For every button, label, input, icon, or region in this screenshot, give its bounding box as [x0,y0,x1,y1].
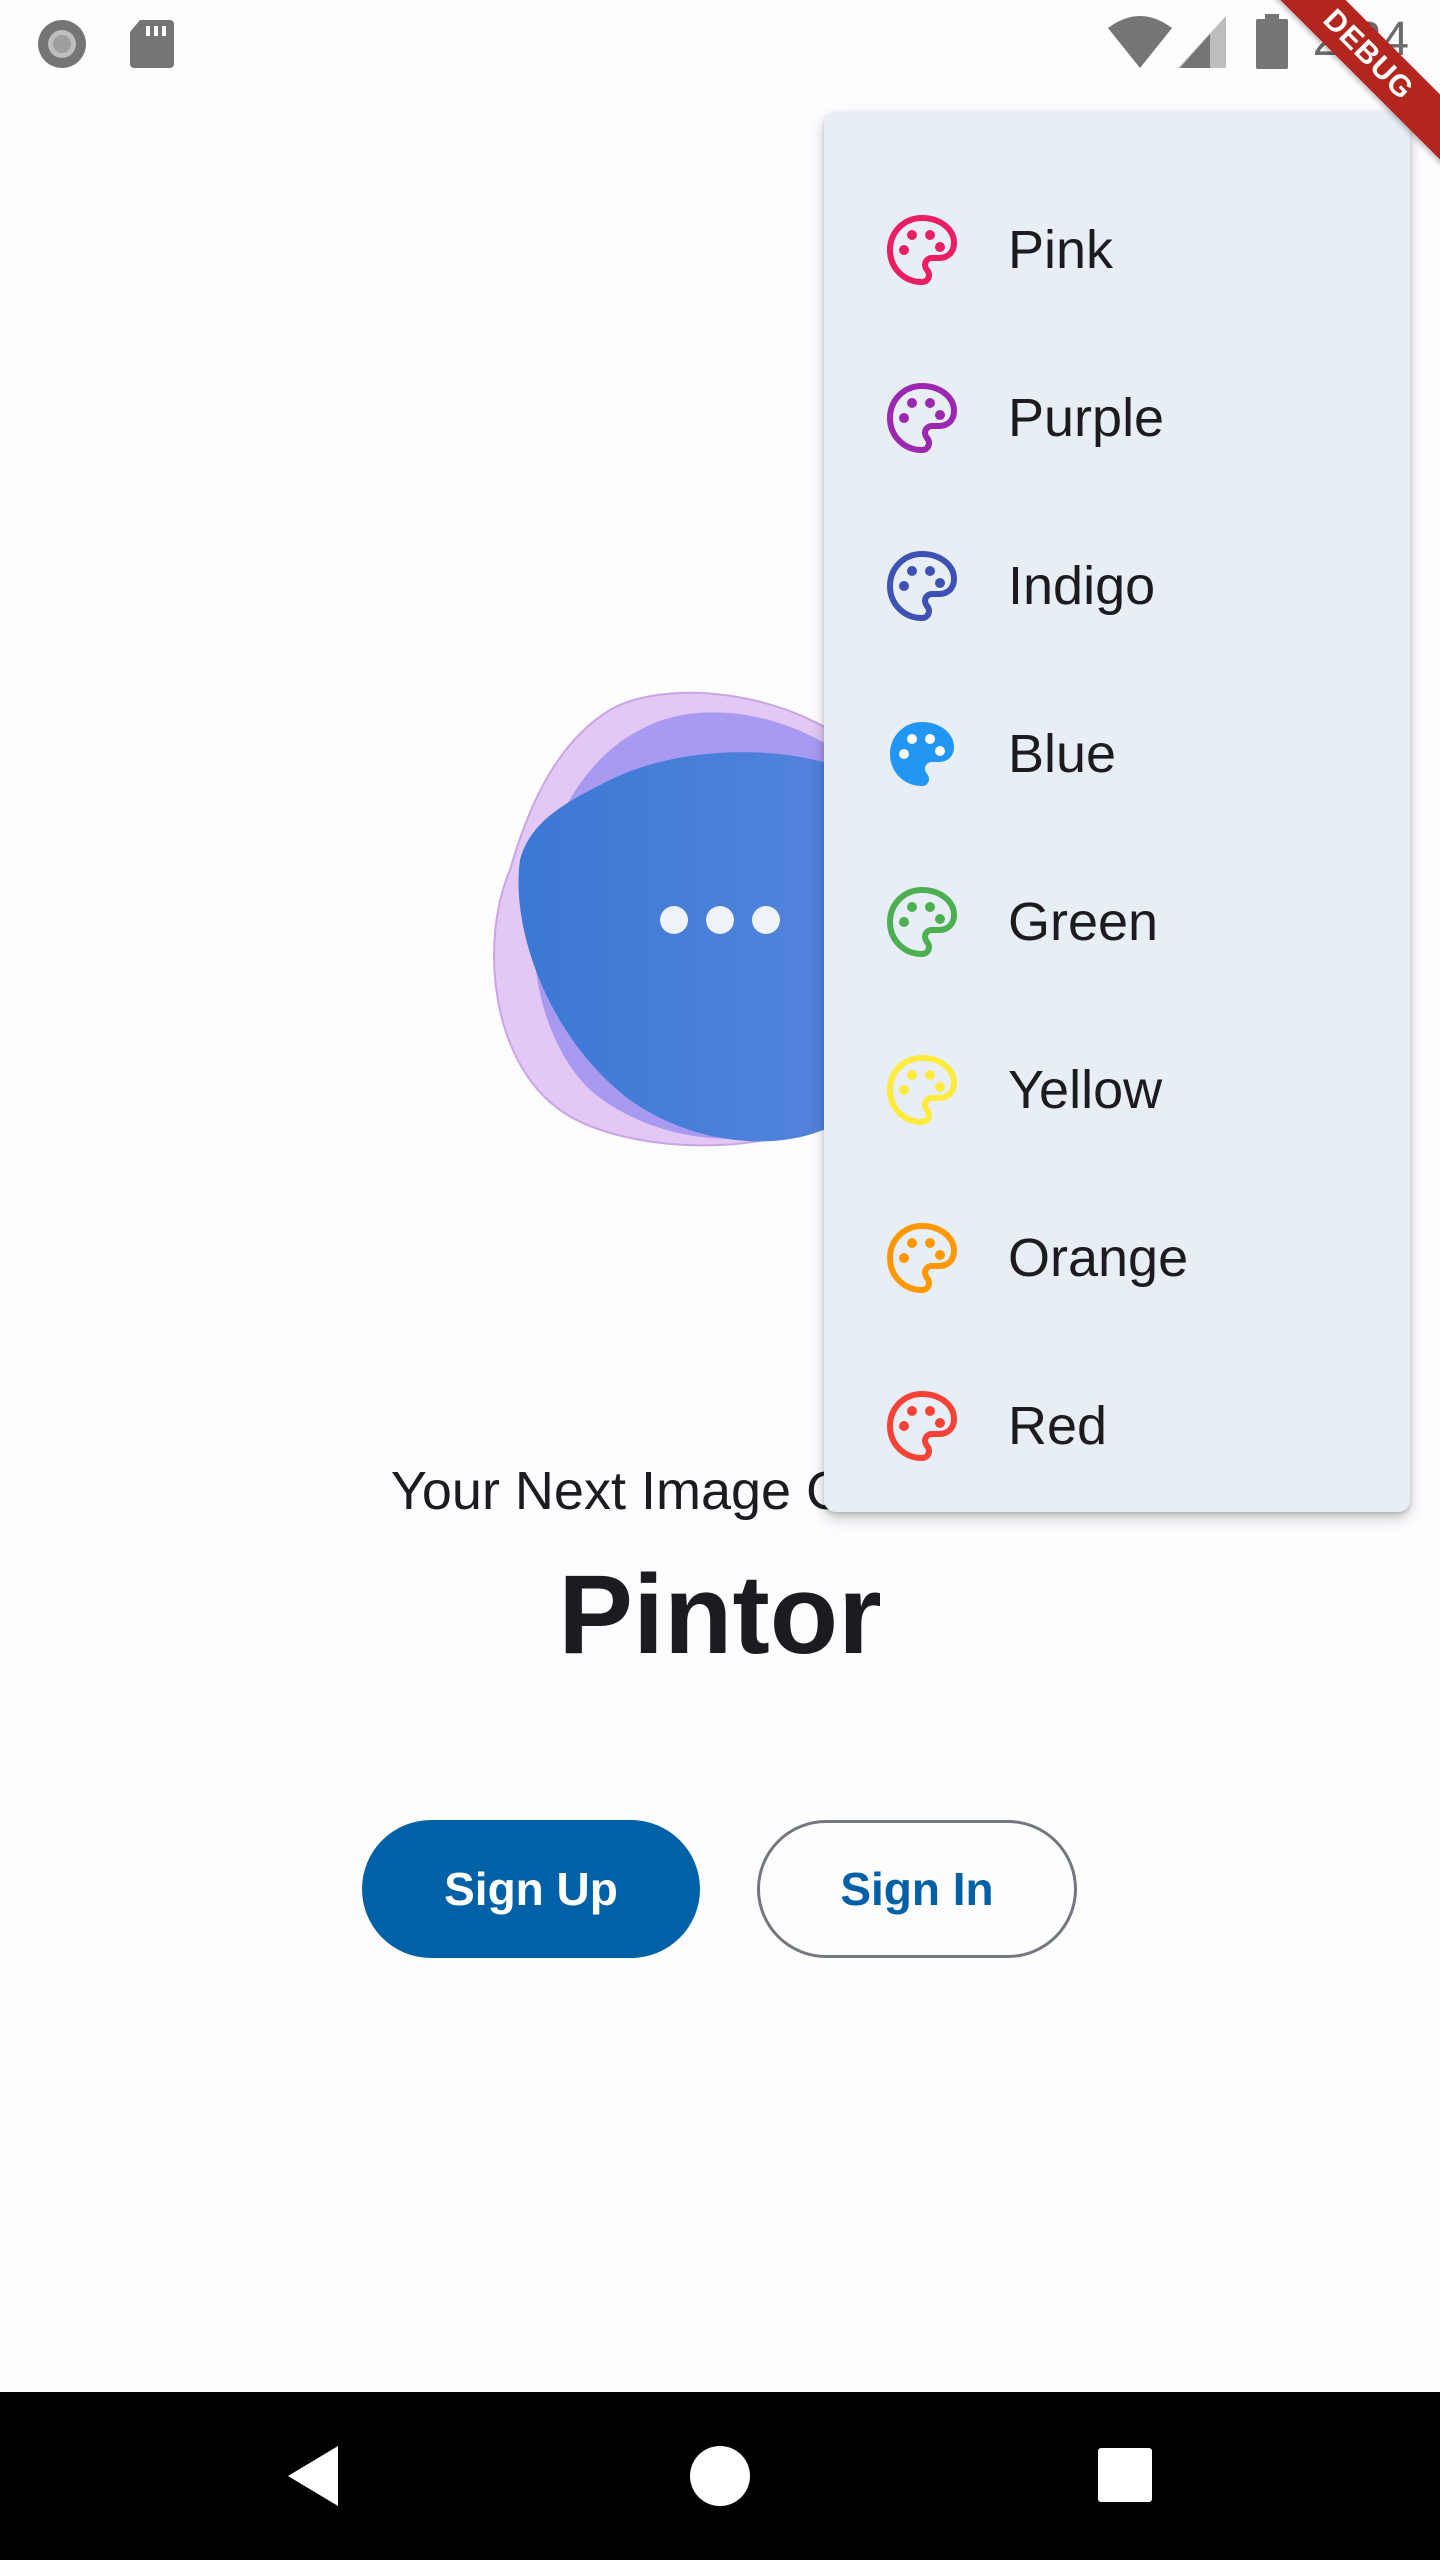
menu-item-label: Green [1008,892,1159,952]
wifi-icon [1108,16,1172,68]
loading-dot [706,906,734,934]
menu-item-purple[interactable]: Purple [824,334,1410,502]
system-navigation-bar [0,2392,1440,2560]
sd-card-icon [130,20,174,68]
menu-item-label: Orange [1008,1228,1189,1288]
menu-item-red[interactable]: Red [824,1342,1410,1510]
palette-outline-icon [887,215,957,285]
loading-dot [752,906,780,934]
menu-item-blue[interactable]: Blue [824,670,1410,838]
record-icon [38,20,86,68]
palette-outline-icon [887,551,957,621]
loading-dots [660,900,780,940]
menu-item-label: Purple [1008,388,1165,448]
menu-item-label: Indigo [1008,556,1156,616]
battery-icon [1256,14,1288,69]
cellular-signal-icon [1178,16,1226,68]
menu-item-indigo[interactable]: Indigo [824,502,1410,670]
loading-dot [660,906,688,934]
sign-up-button[interactable]: Sign Up [362,1820,700,1958]
menu-item-label: Yellow [1008,1060,1163,1120]
color-theme-menu: Pink Purple Indigo Blue Green Yellow Orange Red [824,112,1410,1512]
sign-in-button[interactable]: Sign In [757,1820,1077,1958]
menu-item-label: Pink [1008,220,1114,280]
palette-outline-icon [887,383,957,453]
palette-outline-icon [887,1223,957,1293]
palette-filled-icon [890,722,954,786]
menu-item-label: Blue [1008,724,1117,784]
welcome-screen: 2:34 DEBUG Your Next Image Generator Pin… [0,0,1440,2560]
recents-icon[interactable] [1088,2438,1164,2514]
menu-item-label: Red [1008,1396,1108,1456]
palette-outline-icon [887,1391,957,1461]
status-bar: 2:34 [0,0,1440,84]
menu-item-yellow[interactable]: Yellow [824,1006,1410,1174]
palette-outline-icon [887,1055,957,1125]
palette-outline-icon [887,887,957,957]
menu-item-green[interactable]: Green [824,838,1410,1006]
menu-item-orange[interactable]: Orange [824,1174,1410,1342]
app-title: Pintor [558,1552,882,1677]
home-icon[interactable] [682,2438,758,2514]
back-icon[interactable] [276,2438,352,2514]
menu-item-pink[interactable]: Pink [824,166,1410,334]
